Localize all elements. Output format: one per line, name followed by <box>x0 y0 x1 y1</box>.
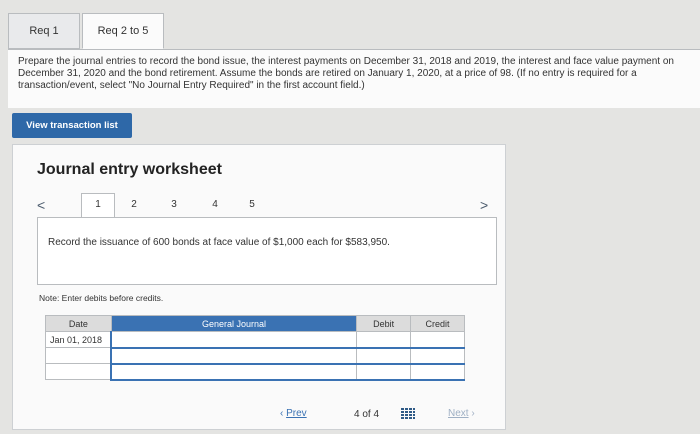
header-date: Date <box>45 315 112 332</box>
table-row <box>45 347 465 365</box>
worksheet-tab-1[interactable]: 1 <box>81 193 115 219</box>
pagination: ‹ Prev 4 of 4 Next › <box>280 405 500 425</box>
grid-icon[interactable] <box>401 408 415 420</box>
chevron-right-icon[interactable]: > <box>480 197 488 213</box>
chevron-left-icon[interactable]: < <box>37 197 45 213</box>
transaction-description-text: Record the issuance of 600 bonds at face… <box>48 237 390 248</box>
debit-input[interactable] <box>356 331 412 349</box>
journal-table: Date General Journal Debit Credit Jan 01… <box>45 315 465 381</box>
next-button[interactable]: Next › <box>448 408 475 419</box>
page-total: 4 <box>373 409 380 420</box>
page-sep: of <box>362 409 371 420</box>
table-row: Jan 01, 2018 <box>45 331 465 349</box>
note-text: Note: Enter debits before credits. <box>39 293 164 303</box>
worksheet-navigation: < 1 2 3 4 5 > <box>37 193 497 219</box>
tab-req-2-to-5[interactable]: Req 2 to 5 <box>82 13 164 49</box>
prev-label: Prev <box>286 408 307 419</box>
account-select[interactable] <box>110 331 358 349</box>
page-current: 4 <box>354 409 360 420</box>
credit-input[interactable] <box>410 363 465 381</box>
prev-button[interactable]: ‹ Prev <box>280 408 307 419</box>
tab-req-1[interactable]: Req 1 <box>8 13 80 49</box>
header-credit: Credit <box>410 315 465 332</box>
transaction-description: Record the issuance of 600 bonds at face… <box>37 217 497 285</box>
credit-input[interactable] <box>410 331 465 349</box>
date-cell[interactable]: Jan 01, 2018 <box>45 331 112 348</box>
worksheet-tab-5[interactable]: 5 <box>245 199 259 210</box>
table-row <box>45 363 465 381</box>
worksheet-tab-2[interactable]: 2 <box>127 199 141 210</box>
debit-input[interactable] <box>356 363 412 381</box>
header-general-journal: General Journal <box>110 315 358 332</box>
page-indicator: 4 of 4 <box>354 409 379 420</box>
worksheet-title: Journal entry worksheet <box>37 161 222 178</box>
next-label: Next <box>448 408 469 419</box>
date-cell[interactable] <box>45 363 112 380</box>
account-select[interactable] <box>110 347 358 365</box>
credit-input[interactable] <box>410 347 465 365</box>
worksheet-tab-4[interactable]: 4 <box>208 199 222 210</box>
instructions-text: Prepare the journal entries to record th… <box>8 49 700 108</box>
view-transaction-list-button[interactable]: View transaction list <box>12 113 132 138</box>
debit-input[interactable] <box>356 347 412 365</box>
date-cell[interactable] <box>45 347 112 364</box>
worksheet-tab-3[interactable]: 3 <box>167 199 181 210</box>
header-debit: Debit <box>356 315 412 332</box>
account-select[interactable] <box>110 363 358 381</box>
journal-entry-worksheet: Journal entry worksheet < 1 2 3 4 5 > Re… <box>12 144 506 430</box>
